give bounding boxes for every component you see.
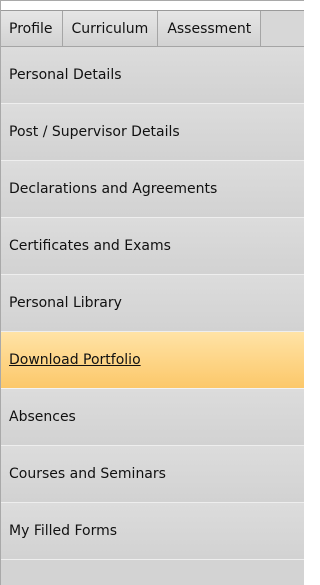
menu-item-absences[interactable]: Absences <box>1 389 304 446</box>
menu-item-label: My Filled Forms <box>9 523 118 539</box>
menu-item-label: Personal Details <box>9 67 122 83</box>
top-strip <box>1 1 304 11</box>
menu-item-courses-seminars[interactable]: Courses and Seminars <box>1 446 304 503</box>
menu-item-label: Courses and Seminars <box>9 466 166 482</box>
profile-navigation-panel: Profile Curriculum Assessment Personal D… <box>0 0 304 585</box>
tab-assessment[interactable]: Assessment <box>158 11 262 46</box>
menu-item-label: Certificates and Exams <box>9 238 171 254</box>
menu-item-personal-library[interactable]: Personal Library <box>1 275 304 332</box>
profile-menu: Personal Details Post / Supervisor Detai… <box>1 47 304 560</box>
menu-item-label: Personal Library <box>9 295 122 311</box>
menu-item-personal-details[interactable]: Personal Details <box>1 47 304 104</box>
menu-item-certificates-exams[interactable]: Certificates and Exams <box>1 218 304 275</box>
menu-item-post-supervisor-details[interactable]: Post / Supervisor Details <box>1 104 304 161</box>
menu-item-declarations-agreements[interactable]: Declarations and Agreements <box>1 161 304 218</box>
tab-profile[interactable]: Profile <box>1 11 63 46</box>
menu-item-label: Download Portfolio <box>9 352 141 368</box>
menu-item-my-filled-forms[interactable]: My Filled Forms <box>1 503 304 560</box>
menu-item-label: Absences <box>9 409 76 425</box>
tab-bar: Profile Curriculum Assessment <box>1 11 304 47</box>
menu-item-download-portfolio[interactable]: Download Portfolio <box>1 332 304 389</box>
tab-curriculum[interactable]: Curriculum <box>62 11 159 46</box>
menu-item-label: Declarations and Agreements <box>9 181 218 197</box>
menu-item-label: Post / Supervisor Details <box>9 124 180 140</box>
